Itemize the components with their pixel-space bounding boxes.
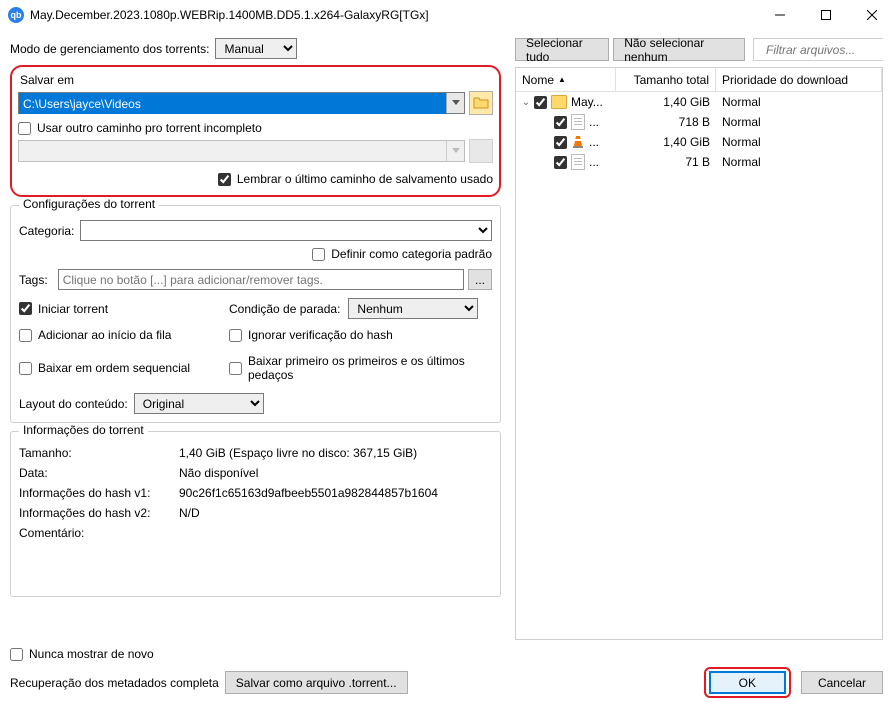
ok-button[interactable]: OK: [709, 671, 786, 694]
mode-label: Modo de gerenciamento dos torrents:: [10, 42, 209, 56]
mode-select[interactable]: Manual: [215, 38, 297, 59]
start-torrent-label: Iniciar torrent: [38, 302, 108, 316]
cancel-button[interactable]: Cancelar: [801, 671, 883, 694]
minimize-button[interactable]: [757, 0, 803, 30]
save-path-combo[interactable]: [18, 92, 465, 114]
layout-label: Layout do conteúdo:: [19, 397, 128, 411]
expander-icon[interactable]: ⌄: [520, 97, 532, 108]
file-name: ...: [589, 115, 599, 129]
select-all-button[interactable]: Selecionar tudo: [515, 38, 609, 61]
skip-hash-checkbox[interactable]: [229, 329, 242, 342]
use-other-path-checkbox[interactable]: [18, 122, 31, 135]
filter-box[interactable]: [753, 38, 883, 61]
folder-icon: [551, 95, 567, 109]
browse-button[interactable]: [469, 91, 493, 115]
save-path-dropdown-button[interactable]: [446, 93, 464, 113]
app-icon: qb: [8, 7, 24, 23]
default-category-label: Definir como categoria padrão: [331, 247, 492, 261]
layout-select[interactable]: Original: [134, 393, 264, 414]
vlc-icon: [571, 135, 585, 149]
col-name[interactable]: Nome▲: [516, 68, 616, 91]
col-priority[interactable]: Prioridade do download: [716, 68, 882, 91]
file-checkbox[interactable]: [534, 96, 547, 109]
add-top-checkbox[interactable]: [19, 329, 32, 342]
tags-label: Tags:: [19, 273, 48, 287]
tags-input[interactable]: [58, 269, 464, 290]
close-button[interactable]: [849, 0, 895, 30]
file-checkbox[interactable]: [554, 116, 567, 129]
sort-arrow-icon: ▲: [558, 75, 566, 84]
save-location-highlight: Salvar em Usar outro caminho pro torrent…: [10, 65, 501, 197]
file-name: May...: [571, 95, 603, 109]
torrent-info-legend: Informações do torrent: [19, 423, 148, 437]
file-size: 1,40 GiB: [616, 135, 716, 149]
tree-row[interactable]: ... 1,40 GiBNormal: [516, 132, 882, 152]
hash1-label: Informações do hash v1:: [19, 486, 179, 500]
use-other-path-label: Usar outro caminho pro torrent incomplet…: [37, 121, 262, 135]
tree-row[interactable]: ... 718 BNormal: [516, 112, 882, 132]
category-select[interactable]: [80, 220, 492, 241]
file-size: 71 B: [616, 155, 716, 169]
incomplete-path-dropdown-button: [446, 141, 464, 161]
tree-row[interactable]: ... 71 BNormal: [516, 152, 882, 172]
size-value: 1,40 GiB (Espaço livre no disco: 367,15 …: [179, 446, 417, 460]
sequential-label: Baixar em ordem sequencial: [38, 361, 190, 375]
remember-path-label: Lembrar o último caminho de salvamento u…: [237, 172, 493, 186]
save-in-legend: Salvar em: [20, 73, 74, 87]
filter-input[interactable]: [762, 39, 895, 60]
ok-highlight: OK: [704, 667, 791, 698]
tree-header[interactable]: Nome▲ Tamanho total Prioridade do downlo…: [516, 68, 882, 92]
hash1-value: 90c26f1c65163d9afbeeb5501a982844857b1604: [179, 486, 438, 500]
file-size: 1,40 GiB: [616, 95, 716, 109]
remember-path-checkbox[interactable]: [218, 173, 231, 186]
file-name: ...: [589, 155, 599, 169]
skip-hash-label: Ignorar verificação do hash: [248, 328, 393, 342]
first-last-checkbox[interactable]: [229, 362, 242, 375]
col-size[interactable]: Tamanho total: [616, 68, 716, 91]
file-icon: [571, 114, 585, 130]
file-checkbox[interactable]: [554, 136, 567, 149]
never-show-checkbox[interactable]: [10, 648, 23, 661]
date-label: Data:: [19, 466, 179, 480]
select-none-button[interactable]: Não selecionar nenhum: [613, 38, 745, 61]
save-torrent-file-button[interactable]: Salvar como arquivo .torrent...: [225, 671, 408, 694]
category-label: Categoria:: [19, 224, 74, 238]
never-show-label: Nunca mostrar de novo: [29, 647, 154, 661]
file-priority: Normal: [716, 95, 882, 109]
comment-label: Comentário:: [19, 526, 179, 540]
file-priority: Normal: [716, 155, 882, 169]
file-name: ...: [589, 135, 599, 149]
first-last-label: Baixar primeiro os primeiros e os último…: [248, 354, 492, 382]
torrent-config-group: Configurações do torrent Categoria: Defi…: [10, 205, 501, 423]
incomplete-path-combo: [18, 140, 465, 162]
torrent-info-group: Informações do torrent Tamanho:1,40 GiB …: [10, 431, 501, 597]
file-priority: Normal: [716, 115, 882, 129]
sequential-checkbox[interactable]: [19, 362, 32, 375]
file-icon: [571, 154, 585, 170]
maximize-button[interactable]: [803, 0, 849, 30]
file-tree[interactable]: Nome▲ Tamanho total Prioridade do downlo…: [515, 67, 883, 640]
date-value: Não disponível: [179, 466, 258, 480]
metadata-status: Recuperação dos metadados completa: [10, 676, 219, 690]
add-top-label: Adicionar ao início da fila: [38, 328, 171, 342]
incomplete-browse-button: [469, 139, 493, 163]
hash2-value: N/D: [179, 506, 200, 520]
save-path-input[interactable]: [19, 93, 446, 114]
stop-condition-select[interactable]: Nenhum: [348, 298, 478, 319]
file-checkbox[interactable]: [554, 156, 567, 169]
start-torrent-checkbox[interactable]: [19, 302, 32, 315]
tags-edit-button[interactable]: ...: [468, 269, 492, 290]
torrent-config-legend: Configurações do torrent: [19, 197, 159, 211]
default-category-checkbox[interactable]: [312, 248, 325, 261]
file-size: 718 B: [616, 115, 716, 129]
file-priority: Normal: [716, 135, 882, 149]
stop-condition-label: Condição de parada:: [229, 302, 340, 316]
titlebar: qb May.December.2023.1080p.WEBRip.1400MB…: [0, 0, 895, 30]
window-title: May.December.2023.1080p.WEBRip.1400MB.DD…: [30, 8, 757, 22]
size-label: Tamanho:: [19, 446, 179, 460]
tree-row[interactable]: ⌄ May... 1,40 GiBNormal: [516, 92, 882, 112]
hash2-label: Informações do hash v2:: [19, 506, 179, 520]
